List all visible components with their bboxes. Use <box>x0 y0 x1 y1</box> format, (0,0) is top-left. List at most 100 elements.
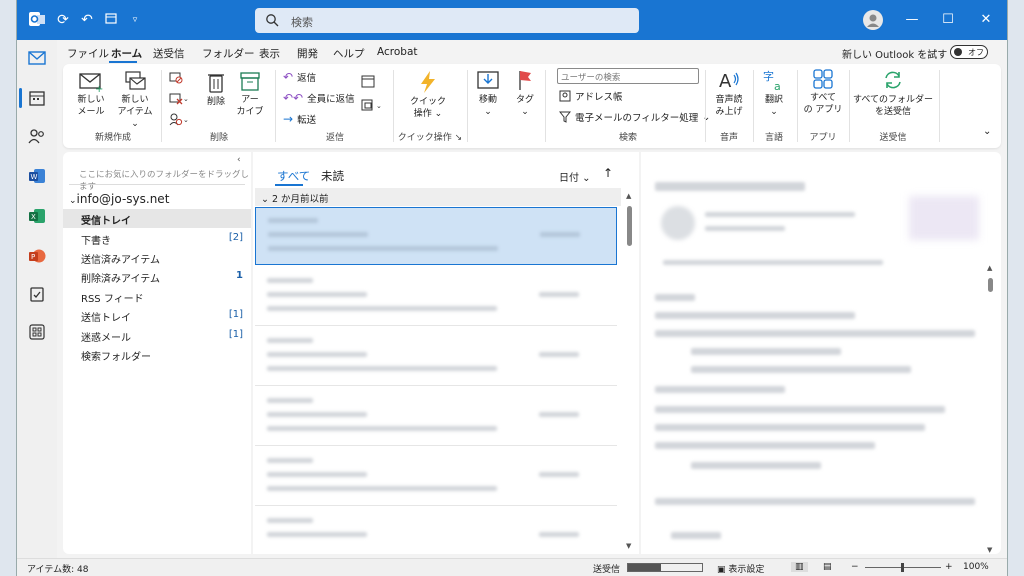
meeting-reply-icon[interactable] <box>361 74 375 88</box>
tags-button[interactable]: タグ ⌄ <box>511 68 539 118</box>
message-list: すべて 未読 日付 ⌄ ↑ ⌄ 2 か月前以前 ▲ ▼ <box>253 152 639 554</box>
send-receive-all-button[interactable]: すべてのフォルダー を送受信 <box>853 68 933 118</box>
junk-icon[interactable]: ⌄ <box>169 112 189 126</box>
scroll-up-icon[interactable]: ▲ <box>987 264 992 272</box>
tab-file[interactable]: ファイル <box>67 46 109 61</box>
filter-email-button[interactable]: 電子メールのフィルター処理 ⌄ <box>559 110 710 124</box>
calendar-view-icon[interactable] <box>101 10 121 30</box>
tasks-icon[interactable] <box>25 282 49 306</box>
minimize-button[interactable]: — <box>901 10 923 30</box>
collapse-ribbon-icon[interactable]: ⌄ <box>983 126 991 137</box>
calendar-icon[interactable] <box>25 86 49 110</box>
folder-label: 迷惑メール <box>81 333 131 344</box>
list-item[interactable] <box>255 328 617 386</box>
folder-drafts[interactable]: 下書き [2] <box>63 229 251 248</box>
sync-icon[interactable]: ⟳ <box>53 10 73 30</box>
dialog-launcher-icon[interactable]: ↘ <box>455 133 463 143</box>
folder-outbox[interactable]: 送信トレイ [1] <box>63 306 251 325</box>
forward-button[interactable]: → 転送 <box>283 112 316 126</box>
reply-button[interactable]: ↶ 返信 <box>283 70 316 84</box>
scroll-down-icon[interactable]: ▼ <box>626 542 631 550</box>
tab-help[interactable]: ヘルプ <box>333 46 365 61</box>
try-new-outlook-label: 新しい Outlook を試す <box>842 50 948 61</box>
customize-icon[interactable]: ▿ <box>125 10 145 30</box>
tab-unread[interactable]: 未読 <box>321 168 344 184</box>
scrollbar-thumb[interactable] <box>627 206 632 246</box>
excel-icon[interactable]: X <box>25 204 49 228</box>
zoom-in-icon[interactable]: + <box>945 562 953 572</box>
tab-folder[interactable]: フォルダー <box>202 46 255 61</box>
list-item[interactable] <box>255 207 617 265</box>
folder-rss[interactable]: RSS フィード <box>63 287 251 306</box>
all-apps-button[interactable]: すべて の アプリ <box>803 68 843 116</box>
sort-direction-icon[interactable]: ↑ <box>603 166 613 180</box>
apps-icon[interactable] <box>25 320 49 344</box>
word-icon[interactable]: W <box>25 164 49 188</box>
folder-sent[interactable]: 送信済みアイテム <box>63 248 251 267</box>
archive-button[interactable]: アー カイブ <box>235 70 265 118</box>
message-list-scrollbar[interactable]: ▲ ▼ <box>625 192 635 550</box>
divider <box>69 184 245 185</box>
tab-send-receive[interactable]: 送受信 <box>153 46 185 61</box>
list-item[interactable] <box>255 388 617 446</box>
search-icon <box>266 14 279 27</box>
tags-dropdown-icon: ⌄ <box>521 107 529 117</box>
account-header[interactable]: ⌄info@jo-sys.net <box>69 192 169 206</box>
normal-view-icon[interactable]: ▥ <box>791 562 808 572</box>
powerpoint-icon[interactable]: P <box>25 244 49 268</box>
quick-steps-button[interactable]: クイック 操作 ⌄ <box>401 70 455 120</box>
list-item[interactable] <box>255 268 617 326</box>
people-search-input[interactable]: ユーザーの検索 <box>557 68 699 84</box>
zoom-slider-thumb[interactable] <box>901 563 904 572</box>
list-item[interactable] <box>255 448 617 506</box>
tab-develop[interactable]: 開発 <box>297 46 318 61</box>
address-book-button[interactable]: アドレス帳 <box>559 89 623 103</box>
reading-view-icon[interactable]: ▤ <box>823 562 832 572</box>
people-icon[interactable] <box>25 124 49 148</box>
new-items-button[interactable]: 新しい アイテム ⌄ <box>113 70 157 130</box>
reading-pane: ▲ ▼ <box>641 152 1001 554</box>
folder-deleted[interactable]: 削除済みアイテム 1 <box>63 267 251 286</box>
mail-icon[interactable] <box>25 46 49 70</box>
group-header[interactable]: ⌄ 2 か月前以前 <box>255 188 621 206</box>
list-item[interactable] <box>255 508 617 552</box>
close-button[interactable]: ✕ <box>975 10 997 30</box>
move-dropdown-icon: ⌄ <box>484 107 492 117</box>
tab-acrobat[interactable]: Acrobat <box>377 46 418 58</box>
new-mail-button[interactable]: + 新しい メール <box>71 70 111 118</box>
try-new-outlook-toggle[interactable]: オフ <box>950 45 988 59</box>
scrollbar-thumb[interactable] <box>988 278 993 292</box>
reply-all-button[interactable]: ↶↶ 全員に返信 <box>283 91 355 105</box>
zoom-out-icon[interactable]: − <box>851 562 859 572</box>
tab-all[interactable]: すべて <box>277 168 310 184</box>
sort-by-date[interactable]: 日付 ⌄ <box>559 169 591 184</box>
collapse-folder-pane-icon[interactable]: ‹ <box>237 155 241 165</box>
undo-icon[interactable]: ↶ <box>77 10 97 30</box>
move-button[interactable]: 移動 ⌄ <box>471 68 505 118</box>
svg-text:字: 字 <box>763 69 774 83</box>
tab-view[interactable]: 表示 <box>259 46 280 61</box>
read-aloud-button[interactable]: A 音声読 み上げ <box>711 68 747 118</box>
folder-search[interactable]: 検索フォルダー <box>63 345 251 364</box>
group-quick-label: クイック操作 ↘ <box>397 130 463 143</box>
folder-junk[interactable]: 迷惑メール [1] <box>63 326 251 345</box>
tab-home[interactable]: ホーム <box>111 46 142 61</box>
clean-up-icon[interactable]: ⌄ <box>169 91 189 105</box>
group-reply-label: 返信 <box>325 133 344 143</box>
avatar[interactable] <box>863 10 883 30</box>
folder-inbox[interactable]: 受信トレイ <box>63 209 251 228</box>
more-respond-icon[interactable]: ⌄ <box>361 98 385 112</box>
scroll-down-icon[interactable]: ▼ <box>987 546 992 554</box>
active-tab-underline <box>109 61 137 63</box>
maximize-button[interactable]: ☐ <box>937 10 959 30</box>
translate-button[interactable]: 字a 翻訳 ⌄ <box>757 68 791 118</box>
view-settings-button[interactable]: ▣ 表示設定 <box>717 562 764 575</box>
ignore-icon[interactable] <box>169 70 183 84</box>
delete-button[interactable]: 削除 <box>201 70 231 108</box>
filter-email-label: 電子メールのフィルター処理 <box>575 113 699 124</box>
zoom-level[interactable]: 100% <box>963 562 989 572</box>
reading-pane-scrollbar[interactable]: ▲ ▼ <box>987 264 995 554</box>
search-box[interactable]: 検索 <box>255 8 639 33</box>
forward-icon: → <box>283 112 294 126</box>
scroll-up-icon[interactable]: ▲ <box>626 192 631 200</box>
